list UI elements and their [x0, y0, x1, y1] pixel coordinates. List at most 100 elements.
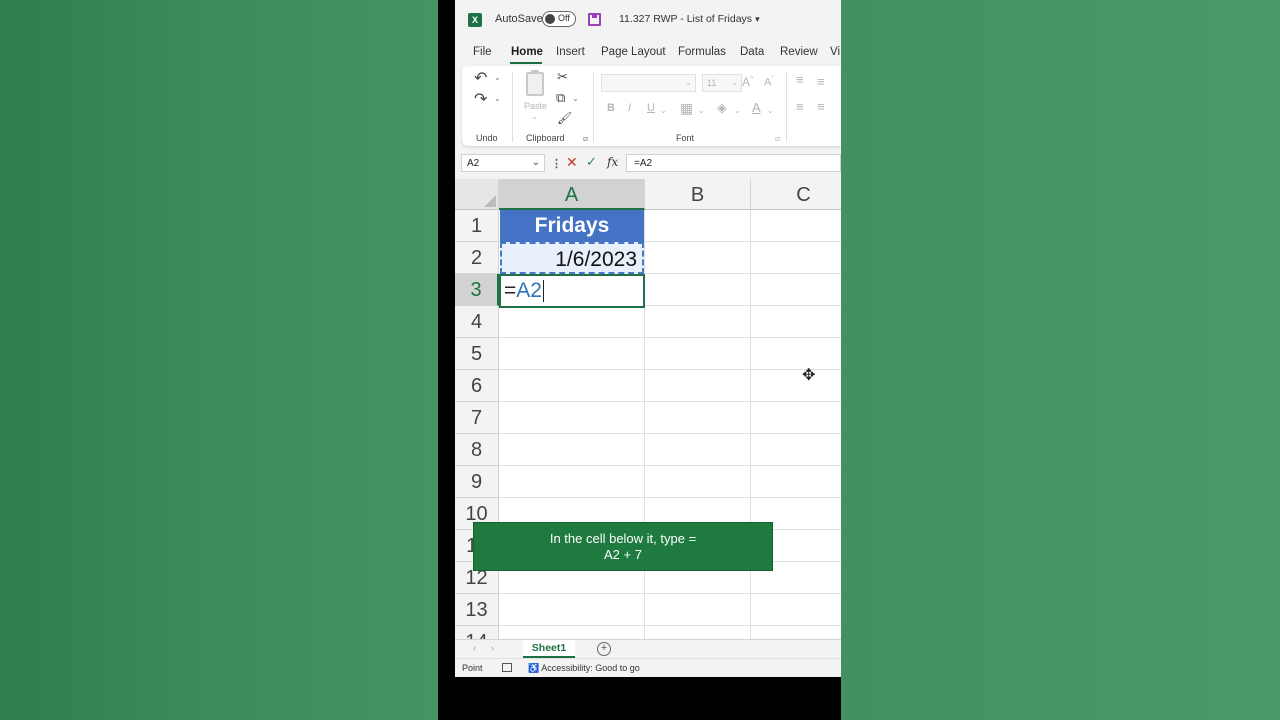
gridline	[499, 625, 841, 626]
row-header-9[interactable]: 9	[455, 466, 499, 498]
ribbon-separator	[512, 72, 513, 142]
paste-icon[interactable]	[526, 70, 544, 96]
dialog-launcher-icon[interactable]: ⧄	[775, 134, 780, 144]
row-header-13[interactable]: 13	[455, 594, 499, 626]
enter-checkmark-icon[interactable]: ✓	[586, 154, 597, 170]
chevron-left-icon[interactable]: ‹	[473, 643, 476, 653]
tab-file[interactable]: File	[473, 46, 492, 58]
cell-a3-editing[interactable]: =A2	[499, 274, 645, 308]
accessibility-status[interactable]: ♿ Accessibility: Good to go	[528, 663, 640, 674]
more-options-icon[interactable]: ⋮	[551, 157, 562, 170]
underline-icon[interactable]: U	[647, 102, 655, 114]
chevron-right-icon[interactable]: ›	[491, 643, 494, 653]
grow-font-icon[interactable]: A^	[742, 75, 753, 89]
ribbon: ↶ ⌄ ↷ ⌄ Undo Paste ⌄ ✂ ⧉ ⌄ 🖌 Clipboard ⧄…	[462, 66, 841, 146]
add-sheet-icon[interactable]: +	[597, 642, 611, 656]
gridline	[499, 337, 841, 338]
tab-home[interactable]: Home	[511, 46, 543, 58]
gridline	[499, 433, 841, 434]
chevron-down-icon[interactable]: ⌄	[767, 106, 774, 115]
sheet-tab-bar: ‹ › Sheet1 +	[455, 639, 841, 659]
save-icon[interactable]	[588, 13, 601, 26]
cell-a2[interactable]: 1/6/2023	[500, 242, 644, 274]
chevron-down-icon: ▾	[755, 14, 760, 24]
tab-insert[interactable]: Insert	[556, 46, 585, 58]
shrink-font-icon[interactable]: Aˇ	[764, 76, 774, 89]
autosave-toggle[interactable]: Off	[542, 11, 576, 27]
tab-view[interactable]: Vi	[830, 46, 840, 58]
tab-data[interactable]: Data	[740, 46, 764, 58]
instruction-tooltip: In the cell below it, type = A2 + 7	[473, 522, 773, 571]
chevron-down-icon[interactable]: ⌄	[660, 106, 667, 115]
fill-color-icon[interactable]: ◈	[717, 100, 727, 116]
gridline	[499, 593, 841, 594]
status-bar: Point ♿ Accessibility: Good to go	[455, 658, 841, 677]
tooltip-line-2: A2 + 7	[604, 547, 642, 562]
toggle-knob	[545, 14, 555, 24]
macro-record-icon[interactable]	[502, 663, 512, 672]
column-header-c[interactable]: C	[751, 179, 841, 210]
tab-page-layout[interactable]: Page Layout	[601, 46, 666, 58]
chevron-down-icon[interactable]: ⌄	[572, 94, 579, 103]
tab-formulas[interactable]: Formulas	[678, 46, 726, 58]
row-header-8[interactable]: 8	[455, 434, 499, 466]
cancel-icon[interactable]: ✕	[566, 154, 578, 171]
redo-icon[interactable]: ↷	[474, 89, 487, 109]
chevron-down-icon[interactable]: ⌄	[698, 106, 705, 115]
font-size-box[interactable]: 11 ⌄	[702, 74, 742, 92]
copy-icon[interactable]: ⧉	[556, 90, 565, 106]
tab-review[interactable]: Review	[780, 46, 818, 58]
autosave-label: AutoSave	[495, 13, 543, 25]
dialog-launcher-icon[interactable]: ⧄	[583, 134, 588, 144]
column-header-b[interactable]: B	[645, 179, 751, 210]
active-tab-indicator	[510, 62, 542, 64]
bold-icon[interactable]: B	[607, 102, 615, 114]
row-header-4[interactable]: 4	[455, 306, 499, 338]
borders-icon[interactable]: ▦	[680, 100, 693, 117]
undo-icon[interactable]: ↶	[474, 68, 487, 88]
formula-reference: A2	[516, 279, 542, 302]
tooltip-line-1: In the cell below it, type =	[549, 531, 697, 546]
chevron-down-icon[interactable]: ⌄	[494, 94, 501, 103]
cell-a1[interactable]: Fridays	[500, 210, 644, 242]
row-header-5[interactable]: 5	[455, 338, 499, 370]
select-all-button[interactable]	[455, 179, 499, 210]
row-header-6[interactable]: 6	[455, 370, 499, 402]
row-header-14[interactable]: 14	[455, 626, 499, 639]
row-header-7[interactable]: 7	[455, 402, 499, 434]
format-painter-icon[interactable]: 🖌	[557, 111, 572, 125]
font-size-value: 11	[707, 78, 717, 88]
align-center-icon[interactable]: ≡	[817, 99, 825, 114]
chevron-down-icon: ⌄	[531, 157, 540, 168]
video-background-right	[841, 0, 1280, 720]
group-label-undo: Undo	[476, 133, 498, 143]
italic-icon[interactable]: I	[628, 102, 631, 114]
chevron-down-icon[interactable]: ⌄	[531, 112, 538, 121]
formula-bar: A2 ⌄ ⋮ ✕ ✓ fx =A2	[455, 152, 841, 176]
excel-window: X AutoSave Off 11.327 RWP - List of Frid…	[455, 0, 841, 677]
chevron-down-icon[interactable]: ⌄	[734, 106, 741, 115]
row-header-1[interactable]: 1	[455, 210, 499, 242]
chevron-down-icon: ⌄	[685, 78, 692, 87]
name-box[interactable]: A2 ⌄	[461, 154, 545, 172]
cut-icon[interactable]: ✂	[557, 69, 568, 85]
insert-function-icon[interactable]: fx	[607, 155, 618, 169]
font-color-icon[interactable]: A	[752, 100, 761, 115]
status-mode: Point	[462, 663, 483, 673]
paste-label[interactable]: Paste	[524, 101, 547, 111]
move-cursor-icon: ✥	[802, 367, 816, 384]
document-title[interactable]: 11.327 RWP - List of Fridays ▾	[619, 13, 760, 25]
font-name-box[interactable]: ⌄	[601, 74, 696, 92]
row-header-2[interactable]: 2	[455, 242, 499, 274]
align-middle-icon[interactable]: ≡	[817, 74, 825, 89]
chevron-down-icon: ⌄	[731, 78, 738, 87]
sheet-tab-sheet1[interactable]: Sheet1	[523, 640, 575, 658]
row-header-3[interactable]: 3	[455, 274, 499, 306]
gridline	[499, 401, 841, 402]
align-top-icon[interactable]: ≡	[796, 72, 804, 87]
chevron-down-icon[interactable]: ⌄	[494, 73, 501, 82]
align-left-icon[interactable]: ≡	[796, 99, 804, 114]
column-header-a[interactable]: A	[499, 179, 645, 210]
formula-input[interactable]: =A2	[626, 154, 841, 172]
gridline	[750, 210, 751, 639]
